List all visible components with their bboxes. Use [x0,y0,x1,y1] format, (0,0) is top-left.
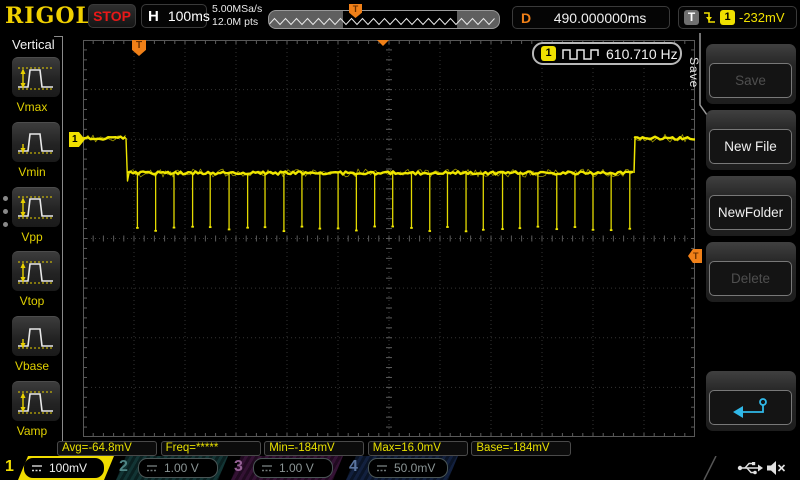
graticule-waveform-display [83,40,695,437]
rigol-logo: RIGOL [5,3,92,29]
menu-item-vpp[interactable] [12,187,60,227]
timebase-value: 100ms [168,8,210,24]
softkey-newfolder[interactable]: NewFolder [706,176,796,236]
channel-2-button[interactable]: 2 1.00 V [116,456,228,480]
trigger-label: T [684,10,699,25]
channel-number: 2 [119,458,128,476]
trigger-readout: T 1 -232mV [678,6,797,29]
speaker-muted-icon [766,460,786,476]
menu-item-vmax[interactable] [12,57,60,97]
softkey-label: Delete [709,261,792,296]
measurement-readout: Freq=***** [161,441,261,456]
preview-waveform-icon [269,11,499,29]
left-menu-title: Vertical [12,37,55,52]
page-indicator-dot [3,196,8,201]
return-arrow-icon [731,396,771,420]
menu-item-label: Vpp [0,230,64,244]
measurement-readout: Max=16.0mV [368,441,468,456]
channel-scale: 50.0mV [394,461,435,475]
sample-rate: 5.00MSa/s [212,3,262,16]
menu-item-label: Vmin [0,165,64,179]
statusbar-divider [700,456,720,480]
measurement-pulse-icon [15,386,57,418]
measurement-readout: Base=-184mV [471,441,571,456]
acquisition-info: 5.00MSa/s 12.0M pts [212,3,262,29]
menu-item-label: Vmax [0,100,64,114]
menu-item-vmin[interactable] [12,122,60,162]
usb-icon [737,460,763,476]
measurement-pulse-icon [15,191,57,223]
softkey-save[interactable]: Save [706,44,796,104]
left-menu-border-top [54,36,63,37]
channel-scale-box: 1.00 V [138,458,218,478]
measurement-pulse-icon [15,321,57,353]
back-button[interactable] [706,371,796,431]
page-indicator-dot [3,222,8,227]
channel-1-button[interactable]: 1 100mV [2,456,114,480]
menu-item-vtop[interactable] [12,251,60,291]
right-menu-tab-save: Save [687,57,701,88]
coupling-dc-icon [31,464,43,473]
measurement-pulse-icon [15,62,57,94]
frequency-counter: 1 610.710 Hz [532,42,682,65]
trigger-level-value: -232mV [739,10,785,25]
menu-item-vamp[interactable] [12,381,60,421]
channel-4-button[interactable]: 4 50.0mV [346,456,458,480]
horizontal-menu-button[interactable]: H 100ms [141,4,207,28]
channel-scale: 1.00 V [279,461,314,475]
channel-scale-box: 50.0mV [368,458,448,478]
delay-readout: D 490.000000ms [512,6,670,29]
measurement-readout: Min=-184mV [264,441,364,456]
menu-item-label: Vtop [0,294,64,308]
softkey-label: NewFolder [709,195,792,230]
softkey-label: New File [709,129,792,164]
measurement-readout: Avg=-64.8mV [57,441,157,456]
channel-number: 3 [234,458,243,476]
frequency-value: 610.710 Hz [606,46,678,62]
channel-number: 1 [5,458,14,476]
trigger-source-badge: 1 [720,10,735,25]
horizontal-label: H [148,8,159,25]
coupling-dc-icon [376,464,388,473]
softkey-new-file[interactable]: New File [706,110,796,170]
menu-item-label: Vamp [0,424,64,438]
menu-item-label: Vbase [0,359,64,373]
freq-counter-channel-badge: 1 [541,46,556,61]
run-state-indicator: STOP [88,4,136,28]
channel-scale-box: 1.00 V [253,458,333,478]
softkey-label: Save [709,63,792,98]
falling-edge-icon [703,10,716,25]
measurement-pulse-icon [15,126,57,158]
channel-scale: 100mV [49,461,87,475]
oscilloscope-screen: RIGOL STOP H 100ms 5.00MSa/s 12.0M pts T… [0,0,800,480]
square-wave-icon [562,47,600,60]
coupling-dc-icon [261,464,273,473]
waveform-position-preview [268,10,500,29]
channel-scale: 1.00 V [164,461,199,475]
channel-number: 4 [349,458,358,476]
memory-depth: 12.0M pts [212,16,262,29]
menu-item-vbase[interactable] [12,316,60,356]
delay-value: 490.000000ms [531,10,669,26]
page-indicator-dot [3,209,8,214]
softkey-delete[interactable]: Delete [706,242,796,302]
delay-label: D [521,10,531,26]
measurement-pulse-icon [15,256,57,288]
coupling-dc-icon [146,464,158,473]
channel-3-button[interactable]: 3 1.00 V [231,456,343,480]
channel-scale-box: 100mV [24,458,104,478]
